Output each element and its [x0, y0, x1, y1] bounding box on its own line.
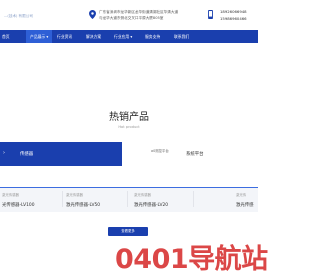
phone-2[interactable]: 15986960466 — [220, 15, 247, 22]
category-label-systems[interactable]: 系统平台 — [186, 151, 204, 157]
phone-1[interactable]: 18926066948 — [220, 8, 247, 15]
watermark: 0401导航站 — [115, 244, 268, 275]
address: 广东省深圳市龙华新区龙华街道清湖社区华清大道 与龙华大道东侧北交叉口平原大厦80… — [99, 9, 199, 21]
company-name: ...(技术) 有限公司 — [4, 14, 33, 18]
nav-item-support[interactable]: 服务支持 — [145, 30, 160, 43]
section-title: 热销产品 — [109, 112, 149, 123]
category-tab-active[interactable] — [0, 142, 122, 166]
product-image[interactable]: 激光传 — [236, 192, 246, 197]
product-image[interactable]: 激光传感器 — [134, 192, 151, 197]
nav-item-products-label: 产品展示 — [30, 34, 46, 39]
chevron-down-icon: ▾ — [130, 34, 133, 39]
product-image[interactable]: 激光传感器 — [66, 192, 83, 197]
divider — [62, 191, 63, 207]
nav-item-applications[interactable]: 行业应用 ▾ — [114, 30, 132, 43]
section-subtitle: Hot product — [118, 125, 140, 129]
location-pin-icon — [89, 10, 96, 19]
product-image[interactable]: 激光传感器 — [2, 192, 19, 197]
nav-item-home[interactable]: 首页 — [2, 30, 10, 43]
nav-item-solutions[interactable]: 解决方案 — [86, 30, 101, 43]
product-name[interactable]: 激光传感器-LV20 — [134, 202, 168, 208]
product-name[interactable]: 激光传感器-LV50 — [66, 202, 100, 208]
nav-item-products[interactable]: 产品展示 ▾ — [26, 30, 53, 43]
product-name[interactable]: 光传感器-LV100 — [2, 202, 35, 208]
chevron-right-icon: › — [3, 150, 5, 156]
nav-item-contact[interactable]: 联系我们 — [174, 30, 189, 43]
address-line-2: 与龙华大道东侧北交叉口平原大厦805室 — [99, 16, 164, 20]
category-label-sensors: 传感器 — [20, 152, 34, 157]
category-tag[interactable]: a0测控平台 — [151, 148, 169, 153]
nav-item-applications-label: 行业应用 — [114, 34, 130, 39]
product-list — [0, 187, 258, 212]
phone-numbers: 18926066948 15986960466 — [220, 8, 247, 22]
product-name[interactable]: 激光传感 — [236, 202, 258, 208]
view-more-button[interactable]: 查看更多 — [108, 227, 148, 236]
divider — [127, 191, 128, 207]
divider — [193, 191, 194, 207]
product-divider — [0, 187, 258, 188]
phone-icon — [208, 10, 213, 19]
chevron-down-icon: ▾ — [46, 34, 49, 39]
nav-item-news[interactable]: 行业资讯 — [57, 30, 72, 43]
